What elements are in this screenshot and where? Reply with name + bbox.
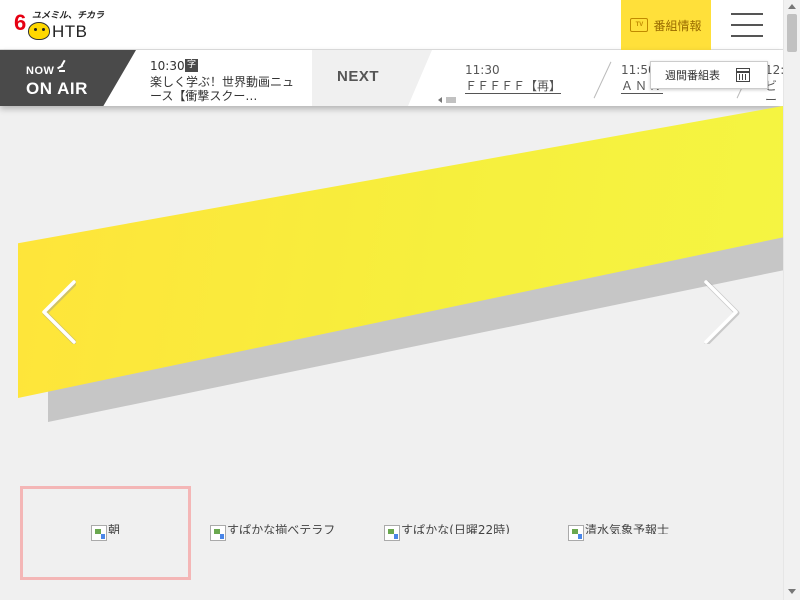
onchan-mascot-icon xyxy=(28,22,50,40)
logo-htb-text: HTB xyxy=(52,22,88,41)
site-header: 6 ユメミル、チカラ HTB TV 番組情報 xyxy=(0,0,783,50)
subtitle-badge: 字 xyxy=(185,59,198,72)
next-item-title[interactable]: ＦＦＦＦＦ【再】 xyxy=(465,79,562,94)
thumb-alt-text: 朝 xyxy=(108,524,121,534)
carousel-thumbnails: 朝 すぱかな揃べテラフ すぱかな(日曜22時) 清水気象予報士 xyxy=(20,486,783,580)
calendar-icon xyxy=(736,68,750,82)
now-time: 10:30 xyxy=(150,59,185,73)
next-label: NEXT xyxy=(337,68,380,85)
carousel-prev-button[interactable] xyxy=(40,280,76,344)
carousel-thumb[interactable]: 朝 xyxy=(20,486,191,580)
next-item-time: 11:30 xyxy=(465,63,500,77)
chevron-right-icon xyxy=(704,280,740,344)
carousel-thumb[interactable]: 清水気象予報士 xyxy=(568,486,738,580)
scroll-left-icon[interactable] xyxy=(438,97,442,103)
onair-label: ON AIR xyxy=(26,79,88,98)
tv-icon: TV xyxy=(630,18,649,32)
scroll-thumb[interactable] xyxy=(446,97,456,103)
hamburger-menu-icon-line xyxy=(731,13,763,15)
weekly-schedule-label: 週間番組表 xyxy=(665,69,720,82)
carousel-thumb[interactable]: すぱかな(日曜22時) xyxy=(384,486,554,580)
logo-slogan: ユメミル、チカラ xyxy=(32,11,105,21)
hamburger-menu-button[interactable] xyxy=(724,10,770,40)
hero-carousel xyxy=(0,106,783,466)
carousel-thumb[interactable]: すぱかな揃べテラフ xyxy=(210,486,380,580)
broken-image-icon xyxy=(91,525,107,541)
page-vertical-scrollbar[interactable] xyxy=(783,0,800,600)
program-info-button[interactable]: TV 番組情報 xyxy=(621,0,711,50)
logo-channel-number: 6 xyxy=(14,10,27,35)
chevron-left-icon xyxy=(42,280,76,344)
scroll-down-icon[interactable] xyxy=(788,589,796,594)
broken-image-icon xyxy=(384,525,400,541)
thumb-alt-text: すぱかな揃べテラフ xyxy=(227,524,336,534)
now-program-title[interactable]: 楽しく学ぶ！世界動画ニュース【衝撃スクー… xyxy=(150,75,298,103)
program-info-label: 番組情報 xyxy=(653,18,702,33)
now-label: NOW xyxy=(26,65,55,77)
scroll-thumb[interactable] xyxy=(787,14,797,52)
thumb-alt-text: すぱかな(日曜22時) xyxy=(401,524,510,534)
broadcast-rays-icon xyxy=(55,59,67,72)
tv-icon-text: TV xyxy=(635,22,644,28)
carousel-next-button[interactable] xyxy=(704,280,740,344)
next-separator xyxy=(593,61,612,99)
weekly-schedule-button[interactable]: 週間番組表 xyxy=(650,61,768,89)
hamburger-menu-icon-line xyxy=(731,24,763,26)
scroll-up-icon[interactable] xyxy=(788,4,796,9)
hamburger-menu-icon-line xyxy=(731,35,763,37)
next-horizontal-scrollbar[interactable] xyxy=(438,96,783,105)
htb-logo[interactable]: 6 ユメミル、チカラ HTB xyxy=(14,6,104,44)
hero-banner[interactable] xyxy=(18,106,783,398)
broken-image-icon xyxy=(568,525,584,541)
broken-image-icon xyxy=(210,525,226,541)
thumb-alt-text: 清水気象予報士 xyxy=(585,524,670,534)
